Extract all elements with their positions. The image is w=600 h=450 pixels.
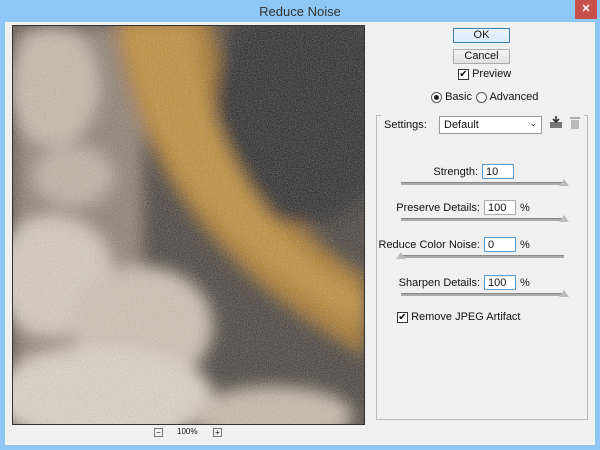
zoom-level: 100% (177, 427, 198, 436)
radio-advanced[interactable]: Advanced (476, 91, 538, 103)
zoom-out-button[interactable]: − (154, 428, 163, 437)
control-slider-thumb[interactable] (396, 252, 406, 259)
radio-advanced-label: Advanced (489, 91, 539, 103)
save-preset-icon[interactable] (549, 116, 563, 129)
control-label: Sharpen Details: (398, 277, 480, 289)
preview-checkbox[interactable]: ✔ Preview (458, 68, 511, 80)
settings-select[interactable]: Default ⌄ (439, 116, 542, 134)
cancel-button[interactable]: Cancel (453, 49, 510, 64)
radio-unselected-icon (476, 91, 487, 103)
radio-selected-icon (431, 91, 442, 103)
control-slider-track[interactable] (401, 293, 564, 296)
unit-label: % (520, 239, 530, 251)
control-input[interactable]: 100 (484, 275, 516, 290)
preview-image[interactable] (12, 25, 365, 425)
ok-button[interactable]: OK (453, 28, 510, 43)
control-slider-track[interactable] (401, 255, 564, 258)
preset-icons (546, 113, 584, 133)
window-title: Reduce Noise (259, 4, 341, 19)
settings-group (376, 115, 588, 420)
remove-jpeg-label: Remove JPEG Artifact (411, 311, 521, 323)
settings-value: Default (444, 119, 479, 131)
title-bar: Reduce Noise ✕ (0, 0, 600, 22)
delete-preset-icon[interactable] (570, 116, 580, 129)
control-label: Strength: (433, 166, 478, 178)
control-slider-thumb[interactable] (559, 215, 569, 222)
chevron-down-icon: ⌄ (529, 118, 537, 128)
control-input[interactable]: 10 (482, 164, 514, 179)
checkbox-checked-icon: ✔ (397, 311, 408, 323)
remove-jpeg-checkbox[interactable]: ✔ Remove JPEG Artifact (397, 311, 521, 323)
control-slider-track[interactable] (401, 182, 564, 185)
radio-basic-label: Basic (445, 91, 472, 103)
checkbox-checked-icon: ✔ (458, 68, 469, 80)
control-label: Reduce Color Noise: (378, 239, 481, 251)
radio-basic[interactable]: Basic (431, 91, 472, 103)
zoom-in-button[interactable]: + (213, 428, 222, 437)
unit-label: % (520, 277, 530, 289)
control-input[interactable]: 100 (484, 200, 516, 215)
control-input[interactable]: 0 (484, 237, 516, 252)
unit-label: % (520, 202, 530, 214)
control-slider-thumb[interactable] (559, 290, 569, 297)
control-slider-track[interactable] (401, 218, 564, 221)
settings-label: Settings: (384, 119, 427, 131)
control-label: Preserve Details: (396, 202, 480, 214)
close-button[interactable]: ✕ (575, 0, 597, 19)
control-slider-thumb[interactable] (559, 179, 569, 186)
preview-label: Preview (472, 68, 512, 80)
